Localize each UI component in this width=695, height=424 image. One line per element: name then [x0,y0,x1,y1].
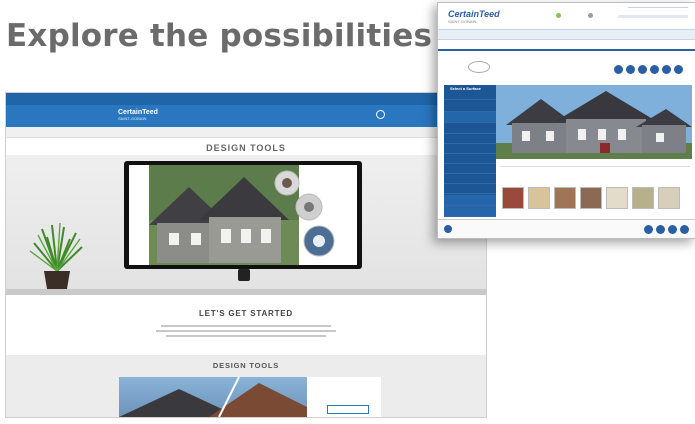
status-dot [588,13,593,18]
apple-logo-stand [238,269,250,281]
website-screenshot: CertainTeed SAINT-GOBAIN DESIGN TOOLS LE… [5,92,487,418]
status-dot [556,13,561,18]
tool-button[interactable] [650,65,659,74]
card-button[interactable] [327,405,369,414]
tab-strip[interactable] [500,161,690,167]
color-swatch[interactable] [580,187,602,209]
back-icon[interactable] [444,225,452,233]
search-icon[interactable] [376,110,385,119]
app-header: CertainTeed SAINT-GOBAIN [438,3,695,29]
monitor-image [124,161,362,269]
roof-siding-image [119,377,307,417]
page-headline: Explore the possibilities [6,18,433,54]
app-logo[interactable]: CertainTeed SAINT-GOBAIN [448,9,500,24]
plant-image [29,222,83,289]
color-swatch[interactable] [528,187,550,209]
divider [438,49,695,51]
share-twitter-icon[interactable] [656,225,665,234]
sidebar-title: Select a Surface [444,85,496,100]
hero-title: DESIGN TOOLS [206,143,286,153]
house-preview [496,85,692,159]
design-tool-card[interactable] [119,377,381,417]
color-swatch[interactable] [658,187,680,209]
search-box[interactable] [618,15,688,18]
section-heading: DESIGN TOOLS [212,361,280,370]
share-pinterest-icon[interactable] [668,225,677,234]
breadcrumb [6,127,486,138]
color-swatch[interactable] [502,187,524,209]
text-line [156,330,336,332]
design-tools-section: DESIGN TOOLS [6,355,486,417]
color-view-logo [468,61,490,73]
app-nav [438,29,695,40]
tool-button[interactable] [614,65,623,74]
get-started-section: LET'S GET STARTED [6,295,486,355]
section-heading: LET'S GET STARTED [198,309,294,318]
tool-button[interactable] [662,65,671,74]
site-logo[interactable]: CertainTeed SAINT-GOBAIN [118,109,158,121]
app-footer [438,219,695,238]
sidebar-item[interactable] [444,195,496,206]
monitor-screen [129,165,357,265]
tool-button[interactable] [626,65,635,74]
surface-sidebar: Select a Surface [444,85,496,217]
share-facebook-icon[interactable] [644,225,653,234]
tool-button[interactable] [674,65,683,74]
tool-button[interactable] [638,65,647,74]
sidebar-item[interactable] [444,206,496,217]
color-swatch[interactable] [606,187,628,209]
sidebar-item[interactable] [444,183,496,194]
text-line [161,325,331,327]
sidebar-item[interactable] [444,112,496,123]
text-line [166,335,326,337]
color-swatch[interactable] [554,187,576,209]
sidebar-item[interactable] [444,101,496,112]
header-rule [628,7,688,8]
site-nav: CertainTeed SAINT-GOBAIN [6,105,486,127]
tool-bar [438,55,695,79]
site-top-bar [6,93,486,105]
visualizer-screenshot: CertainTeed SAINT-GOBAIN Select a Surface [437,2,695,239]
share-email-icon[interactable] [680,225,689,234]
color-swatch[interactable] [632,187,654,209]
